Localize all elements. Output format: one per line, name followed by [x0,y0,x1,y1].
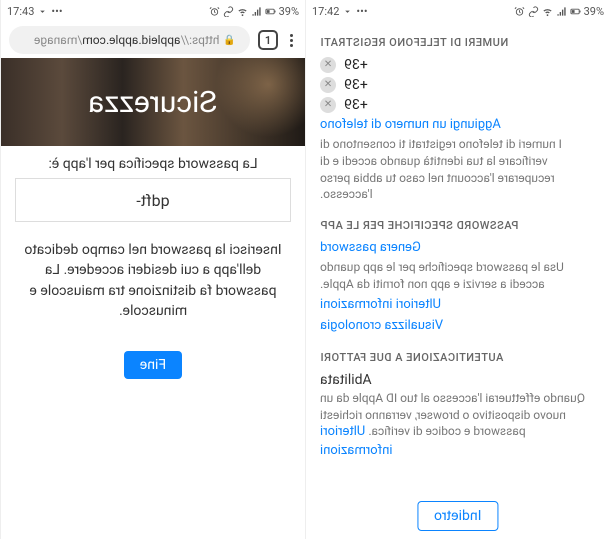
phone-row: +39 ✕ [320,97,596,113]
hero-banner: Sicurezza [1,58,305,146]
alarm-icon [209,6,220,17]
view-history-link[interactable]: Visualizza cronologia [320,318,443,333]
phone-number: +39 [344,97,368,113]
alarm-icon [514,6,525,17]
apps-desc: Usa le password specifiche per le app qu… [320,259,596,293]
status-bar-left: 39% ••• 17:43 [1,0,305,22]
link-icon [528,6,539,17]
settings-pane: 39% ••• 17:42 NUMERI DI TELEFONO REGISTR… [305,0,610,539]
page-title: Sicurezza [88,85,217,120]
battery-pct: 39% [584,5,604,18]
apps-more-info-link[interactable]: Ulteriori informazioni [320,297,441,312]
tab-count-button[interactable]: 1 [258,30,278,50]
delete-phone-icon[interactable]: ✕ [320,57,336,73]
clock-time: 17:42 [312,5,339,18]
delete-phone-icon[interactable]: ✕ [320,97,336,113]
generate-password-link[interactable]: Genera password [320,240,421,255]
url-host: appleid.apple.com [82,33,180,47]
apps-heading: PASSWORD SPECIFICHE PER LE APP [320,219,596,232]
signal-icon [251,6,262,17]
phones-heading: NUMERI DI TELEFONO REGISTRATI [320,36,596,49]
phone-row: +39 ✕ [320,57,596,73]
password-help-text: Inserisci la password nel campo dedicato… [15,240,291,321]
password-pane: 39% ••• 17:43 1 🔒 https://appleid.apple.… [0,0,305,539]
url-path: /manage [34,33,82,47]
phone-row: +39 ✕ [320,77,596,93]
add-phone-link[interactable]: Aggiungi un numero di telefono [320,117,501,132]
nav-down-icon [37,6,48,17]
app-password-field[interactable]: qdft- [15,178,291,222]
url-scheme: https:// [181,33,220,47]
tfa-heading: AUTENTICAZIONE A DUE FATTORI [320,351,596,364]
delete-phone-icon[interactable]: ✕ [320,77,336,93]
url-bar[interactable]: 🔒 https://appleid.apple.com/manage [9,26,250,54]
clock-time: 17:43 [7,5,34,18]
wifi-icon [542,6,553,17]
phone-number: +39 [344,57,368,73]
back-button[interactable]: Indietro [417,501,498,531]
phones-desc: I numeri di telefono registrati ti conse… [320,136,596,203]
more-icon: ••• [356,5,367,18]
tfa-desc: Quando effettuerai l'accesso al tuo ID A… [320,390,596,460]
lock-icon: 🔒 [224,35,236,46]
status-bar-right: 39% ••• 17:42 [306,0,610,22]
nav-down-icon [342,6,353,17]
battery-pct: 39% [279,5,299,18]
battery-icon [265,6,276,17]
tfa-status: Abilitata [320,372,596,388]
done-button[interactable]: Fine [124,351,182,379]
phone-number: +39 [344,77,368,93]
menu-icon[interactable] [286,30,297,51]
battery-icon [570,6,581,17]
wifi-icon [237,6,248,17]
signal-icon [556,6,567,17]
password-label: La password specifica per l'app è: [15,156,291,172]
more-icon: ••• [51,5,62,18]
link-icon [223,6,234,17]
address-bar: 1 🔒 https://appleid.apple.com/manage [1,22,305,58]
